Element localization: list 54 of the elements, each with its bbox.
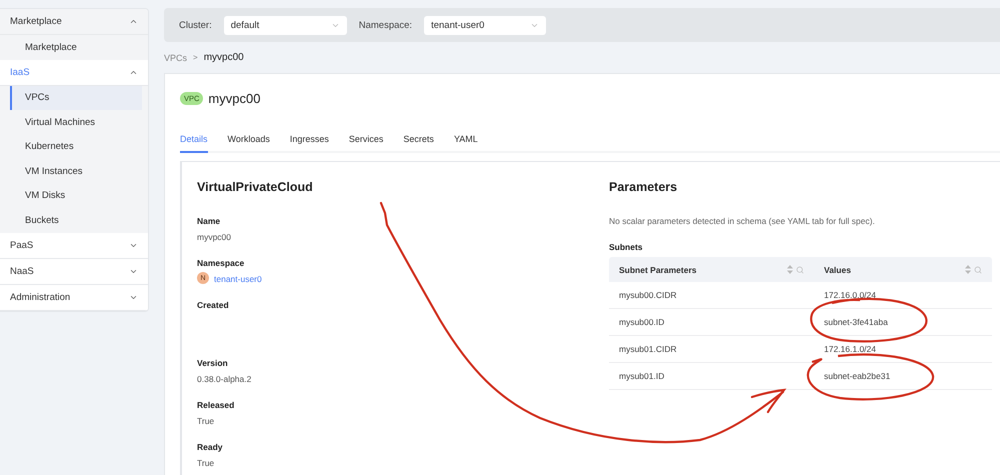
cluster-select[interactable]: default: [224, 16, 347, 34]
sidebar-item[interactable]: Kubernetes: [10, 134, 142, 159]
breadcrumb-item: myvpc00: [204, 52, 244, 63]
search-icon[interactable]: [796, 266, 804, 274]
sidebar-group[interactable]: IaaS: [0, 60, 148, 86]
tab[interactable]: Ingresses: [290, 134, 329, 153]
table-cell: subnet-eab2be31: [824, 371, 890, 381]
field-label: Version: [197, 358, 229, 370]
table-cell: 172.16.0.0/24: [824, 290, 876, 300]
sidebar-group[interactable]: Administration: [0, 284, 148, 310]
column-header[interactable]: Values: [814, 257, 992, 282]
resource-title: myvpc00: [208, 91, 260, 106]
table-cell: 172.16.1.0/24: [824, 344, 876, 354]
tab[interactable]: Details: [180, 134, 208, 153]
section-title: VirtualPrivateCloud: [197, 180, 314, 194]
breadcrumb-separator: >: [193, 53, 198, 62]
sort-icon[interactable]: [965, 265, 971, 274]
table-cell: subnet-3fe41aba: [824, 317, 888, 327]
sidebar-group[interactable]: PaaS: [0, 232, 148, 258]
field-value: myvpc00: [197, 232, 232, 244]
field-value: True: [197, 458, 216, 470]
field-label: Name: [197, 216, 222, 228]
field-label: Created: [197, 300, 230, 312]
namespace-link[interactable]: tenant-user0: [214, 274, 262, 284]
field-label: Namespace: [197, 258, 246, 270]
sidebar-item[interactable]: VM Disks: [10, 184, 142, 208]
namespace-select[interactable]: tenant-user0: [424, 16, 546, 34]
sidebar-group[interactable]: NaaS: [0, 258, 148, 284]
field-label: Ready: [197, 442, 224, 454]
tab[interactable]: YAML: [454, 134, 478, 153]
sidebar-item[interactable]: VPCs: [10, 86, 142, 110]
subnets-title: Subnets: [609, 242, 644, 252]
parameters-note: No scalar parameters detected in schema (see YAML tab for full spec).: [609, 216, 876, 226]
tab[interactable]: Secrets: [403, 134, 434, 153]
field-label: Released: [197, 400, 236, 412]
sidebar-item[interactable]: VM Instances: [10, 159, 142, 184]
field-value: 0.38.0-alpha.2: [197, 374, 252, 386]
cluster-label: Cluster:: [179, 20, 212, 30]
table-cell: mysub01.CIDR: [619, 344, 677, 354]
table-cell: mysub00.CIDR: [619, 290, 677, 300]
namespace-label: Namespace:: [358, 20, 412, 30]
tab[interactable]: Workloads: [228, 134, 270, 153]
table-cell: mysub00.ID: [619, 317, 664, 327]
sidebar-item[interactable]: Buckets: [10, 208, 142, 232]
chevron-up-icon: [129, 17, 138, 26]
table-cell: mysub01.ID: [619, 371, 664, 381]
sidebar-group[interactable]: Marketplace: [0, 9, 148, 35]
tab[interactable]: Services: [348, 134, 384, 153]
column-header[interactable]: Subnet Parameters: [609, 257, 814, 282]
sidebar-item[interactable]: Virtual Machines: [10, 110, 142, 134]
field-value: True: [197, 416, 216, 428]
sort-icon[interactable]: [787, 265, 793, 274]
search-icon[interactable]: [974, 266, 982, 274]
section-title: Parameters: [609, 180, 678, 194]
